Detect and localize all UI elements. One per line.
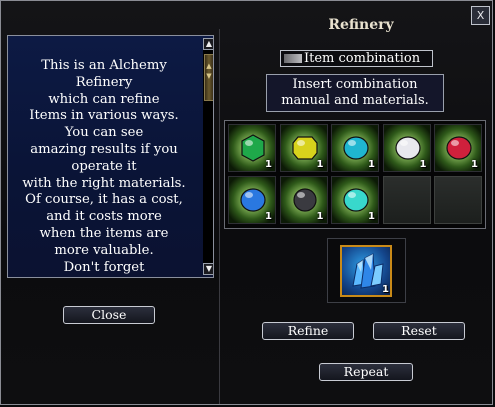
reset-button[interactable]: Reset xyxy=(373,322,465,340)
close-window-button[interactable]: X xyxy=(471,6,490,25)
material-slot[interactable]: 1 xyxy=(382,124,431,172)
slot-quantity: 1 xyxy=(419,159,427,170)
slot-quantity: 1 xyxy=(471,159,478,170)
description-scrollbar[interactable]: ▲ ▲ ▼ ▼ xyxy=(203,38,213,275)
description-text: This is an Alchemy Refinery which can re… xyxy=(22,58,186,275)
combination-instruction: Insert combination manual and materials. xyxy=(266,74,444,112)
slot-quantity: 1 xyxy=(316,159,324,170)
thumb-grip-down-icon: ▼ xyxy=(206,72,212,80)
refine-button[interactable]: Refine xyxy=(262,322,354,340)
slot-quantity: 1 xyxy=(316,211,324,222)
refinery-window: Refinery X This is an Alchemy Refinery w… xyxy=(0,0,493,405)
material-slot[interactable]: 1 xyxy=(331,176,379,224)
repeat-button[interactable]: Repeat xyxy=(319,363,413,381)
result-quantity: 1 xyxy=(382,284,389,295)
mode-indicator-icon xyxy=(284,54,302,63)
material-slot[interactable]: 1 xyxy=(279,176,328,224)
combination-mode-text: Item combination xyxy=(304,51,421,66)
slot-quantity: 1 xyxy=(368,211,375,222)
slot-quantity: 1 xyxy=(265,159,272,170)
scroll-down-button[interactable]: ▼ xyxy=(203,263,213,275)
material-slot[interactable]: 1 xyxy=(434,124,482,172)
material-slot[interactable] xyxy=(382,176,431,224)
scroll-up-button[interactable]: ▲ xyxy=(203,38,213,50)
window-title: Refinery xyxy=(328,17,394,33)
thumb-grip-up-icon: ▲ xyxy=(206,62,212,70)
result-slot[interactable]: 1 xyxy=(340,245,392,297)
material-slot[interactable]: 1 xyxy=(331,124,379,172)
material-slot[interactable]: 1 xyxy=(228,124,276,172)
material-slot[interactable]: 1 xyxy=(228,176,276,224)
slot-quantity: 1 xyxy=(368,159,375,170)
scroll-thumb[interactable]: ▲ ▼ xyxy=(204,54,213,101)
material-slot[interactable] xyxy=(434,176,482,224)
result-frame: 1 xyxy=(327,238,406,303)
description-panel: This is an Alchemy Refinery which can re… xyxy=(7,35,214,278)
slot-quantity: 1 xyxy=(265,211,272,222)
material-slot-grid: 1 1 1 1 1 1 1 1 xyxy=(224,120,486,229)
material-slot[interactable]: 1 xyxy=(279,124,328,172)
combination-mode-label: Item combination xyxy=(280,50,433,67)
panel-divider xyxy=(219,29,220,404)
close-button[interactable]: Close xyxy=(63,306,155,324)
